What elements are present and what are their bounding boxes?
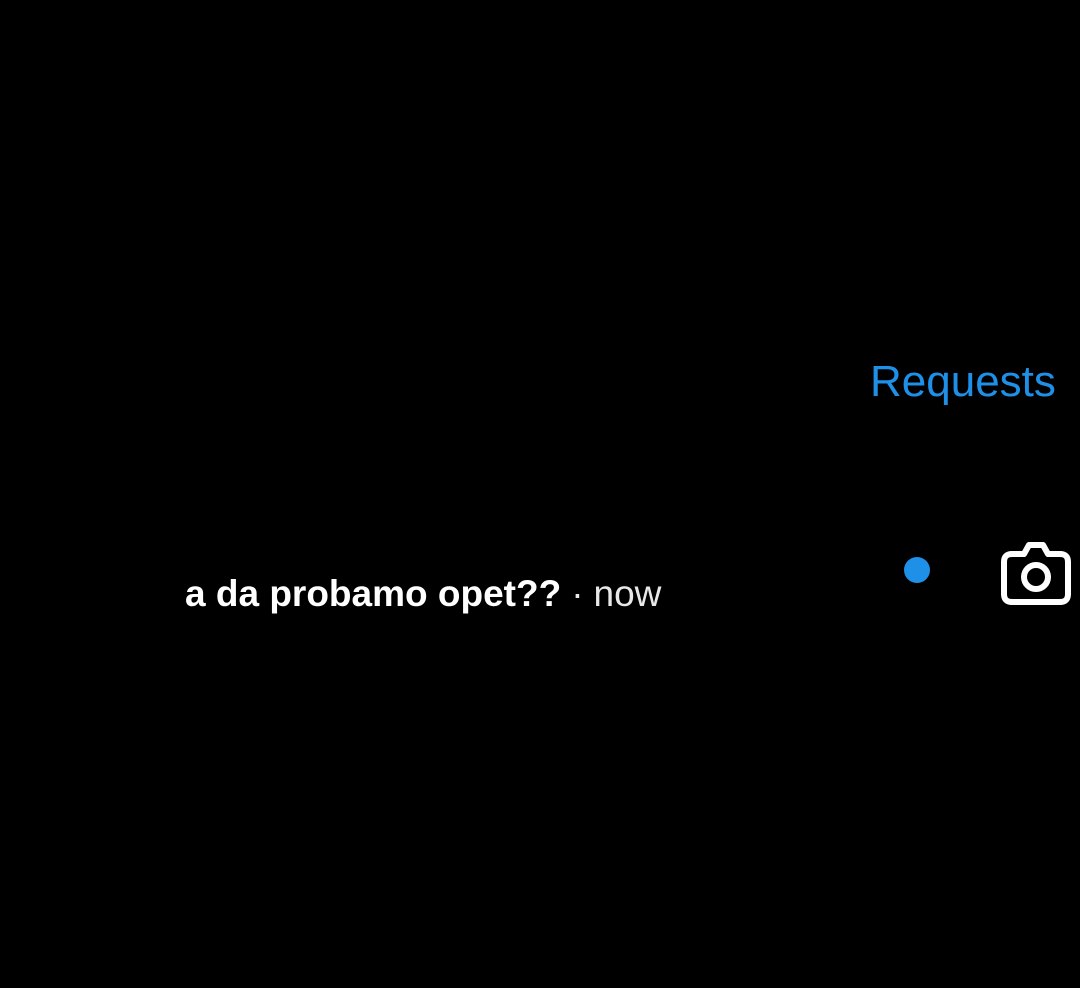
camera-button[interactable]: [998, 540, 1074, 606]
unread-indicator: [904, 557, 930, 583]
inbox-screen: Requests a da probamo opet?? · now: [0, 0, 1080, 988]
message-preview: a da probamo opet??: [185, 573, 562, 614]
separator-dot: ·: [571, 573, 584, 614]
requests-link[interactable]: Requests: [870, 356, 1080, 408]
thread-row[interactable]: a da probamo opet?? · now: [0, 540, 1080, 650]
camera-icon: [1001, 542, 1071, 605]
timestamp: now: [593, 573, 662, 614]
thread-preview: a da probamo opet?? · now: [185, 570, 661, 618]
